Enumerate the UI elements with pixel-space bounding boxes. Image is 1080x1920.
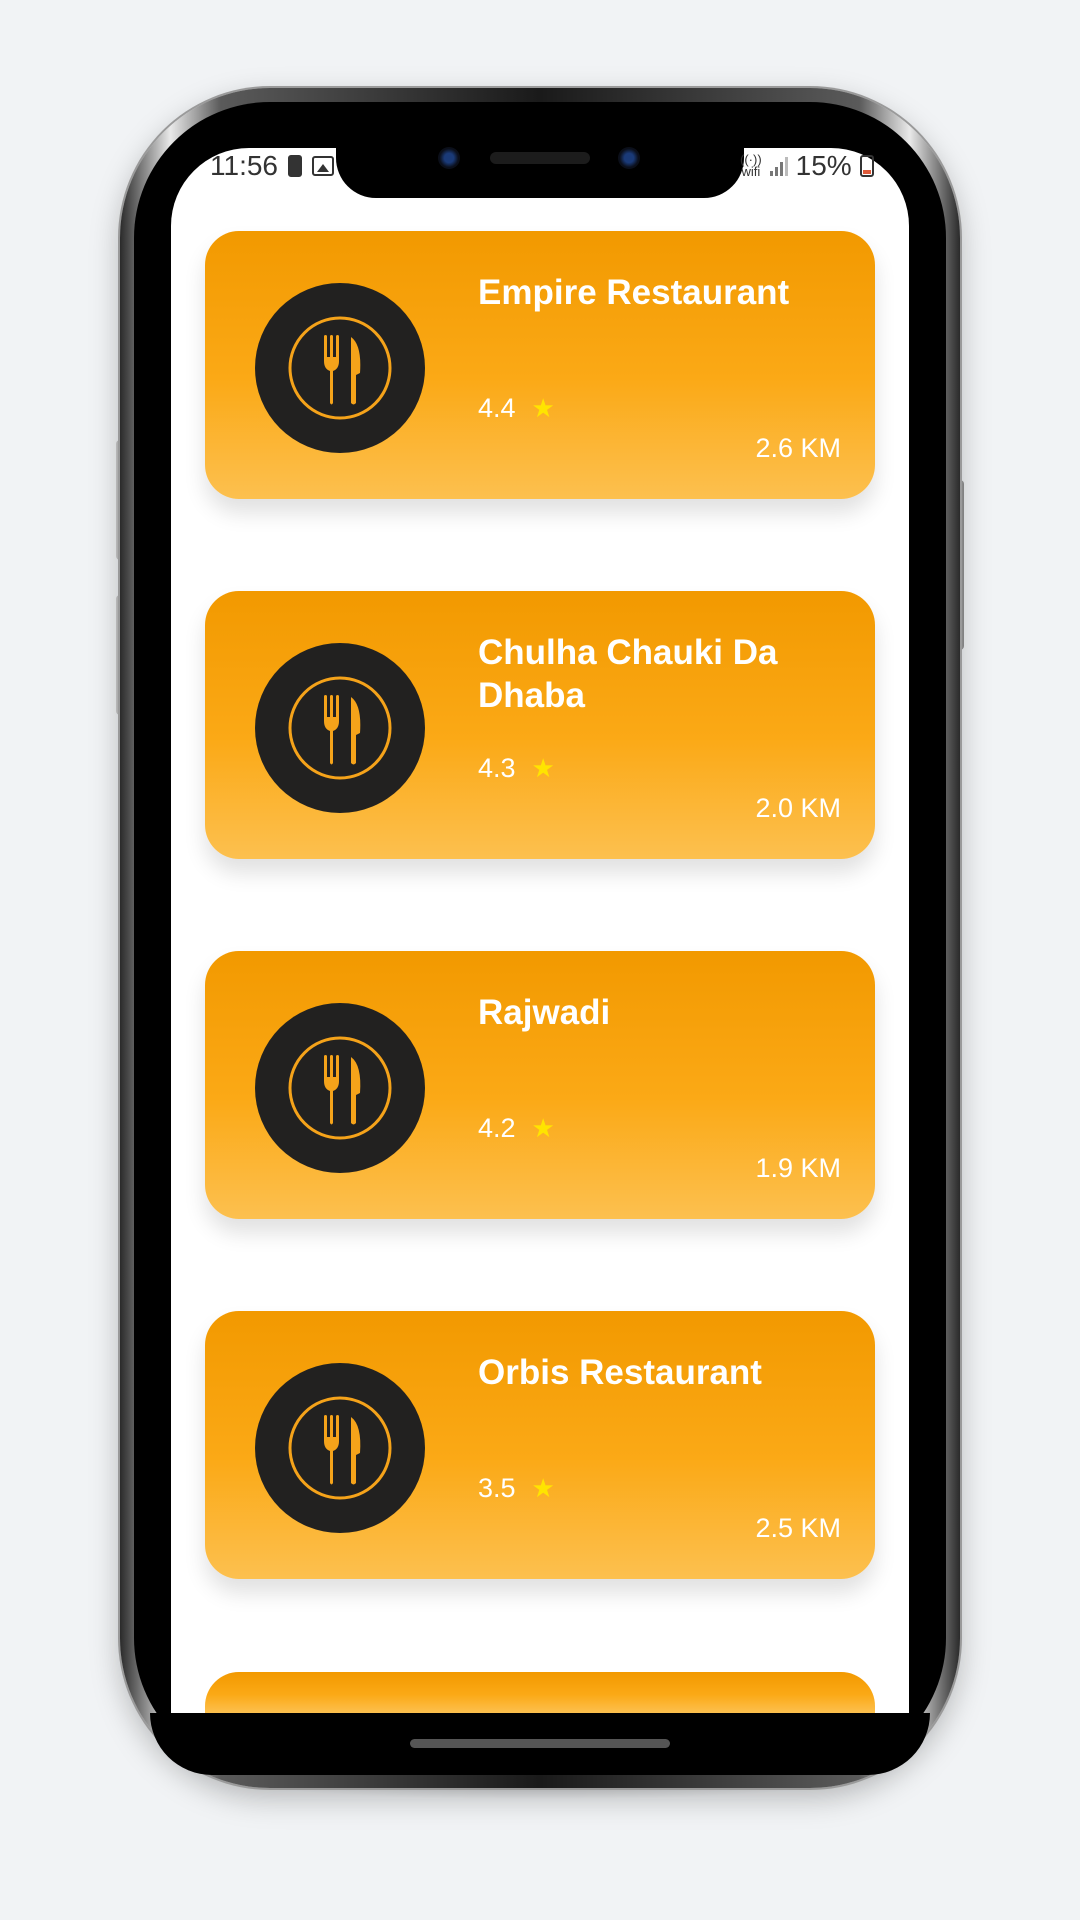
fork-knife-plate-icon <box>255 283 425 453</box>
wifi-label: wifi <box>741 164 761 179</box>
image-notification-icon <box>312 156 334 176</box>
signal-strength-icon <box>769 156 788 176</box>
restaurant-name: Orbis Restaurant <box>478 1353 762 1392</box>
earpiece-speaker <box>490 152 590 164</box>
rating-value: 4.4 <box>478 393 516 423</box>
restaurant-distance: 1.9 KM <box>755 1153 841 1183</box>
restaurant-card-partial[interactable] <box>205 1672 875 1713</box>
wifi-icon: ((·)) wifi <box>740 152 762 179</box>
restaurant-card[interactable]: Orbis Restaurant 3.5 ★ 2.5 KM <box>205 1311 875 1579</box>
rating-value: 4.2 <box>478 1113 516 1143</box>
fork-knife-plate-icon <box>255 643 425 813</box>
front-camera-icon <box>438 147 460 169</box>
battery-percent: 15% <box>795 150 852 181</box>
restaurant-name: Empire Restaurant <box>478 273 790 312</box>
battery-icon <box>859 155 874 177</box>
restaurant-card[interactable]: Empire Restaurant 4.4 ★ 2.6 KM <box>205 231 875 499</box>
home-indicator[interactable] <box>410 1739 670 1748</box>
restaurant-rating: 4.2 ★ <box>478 1113 555 1144</box>
star-icon: ★ <box>531 1473 555 1503</box>
star-icon: ★ <box>531 1113 555 1143</box>
star-icon: ★ <box>531 753 555 783</box>
restaurant-rating: 3.5 ★ <box>478 1473 555 1504</box>
restaurant-rating: 4.3 ★ <box>478 753 555 784</box>
battery-alert-icon <box>288 155 302 177</box>
rating-value: 3.5 <box>478 1473 516 1503</box>
star-icon: ★ <box>531 393 555 423</box>
restaurant-name: Rajwadi <box>478 993 611 1032</box>
restaurant-distance: 2.6 KM <box>755 433 841 463</box>
status-bar-right: ((·)) wifi 15% <box>740 150 874 182</box>
restaurant-rating: 4.4 ★ <box>478 393 555 424</box>
restaurant-card[interactable]: Rajwadi 4.2 ★ 1.9 KM <box>205 951 875 1219</box>
restaurant-name: Chulha Chauki Da Dhaba <box>478 633 778 715</box>
restaurant-card[interactable]: Chulha Chauki Da Dhaba 4.3 ★ 2.0 KM <box>205 591 875 859</box>
rating-value: 4.3 <box>478 753 516 783</box>
notch <box>336 140 744 198</box>
restaurant-distance: 2.0 KM <box>755 793 841 823</box>
sensor-icon <box>618 147 640 169</box>
status-bar-left: 11:56 <box>210 150 334 182</box>
fork-knife-plate-icon <box>255 1003 425 1173</box>
status-time: 11:56 <box>210 150 278 181</box>
restaurant-distance: 2.5 KM <box>755 1513 841 1543</box>
fork-knife-plate-icon <box>255 1363 425 1533</box>
